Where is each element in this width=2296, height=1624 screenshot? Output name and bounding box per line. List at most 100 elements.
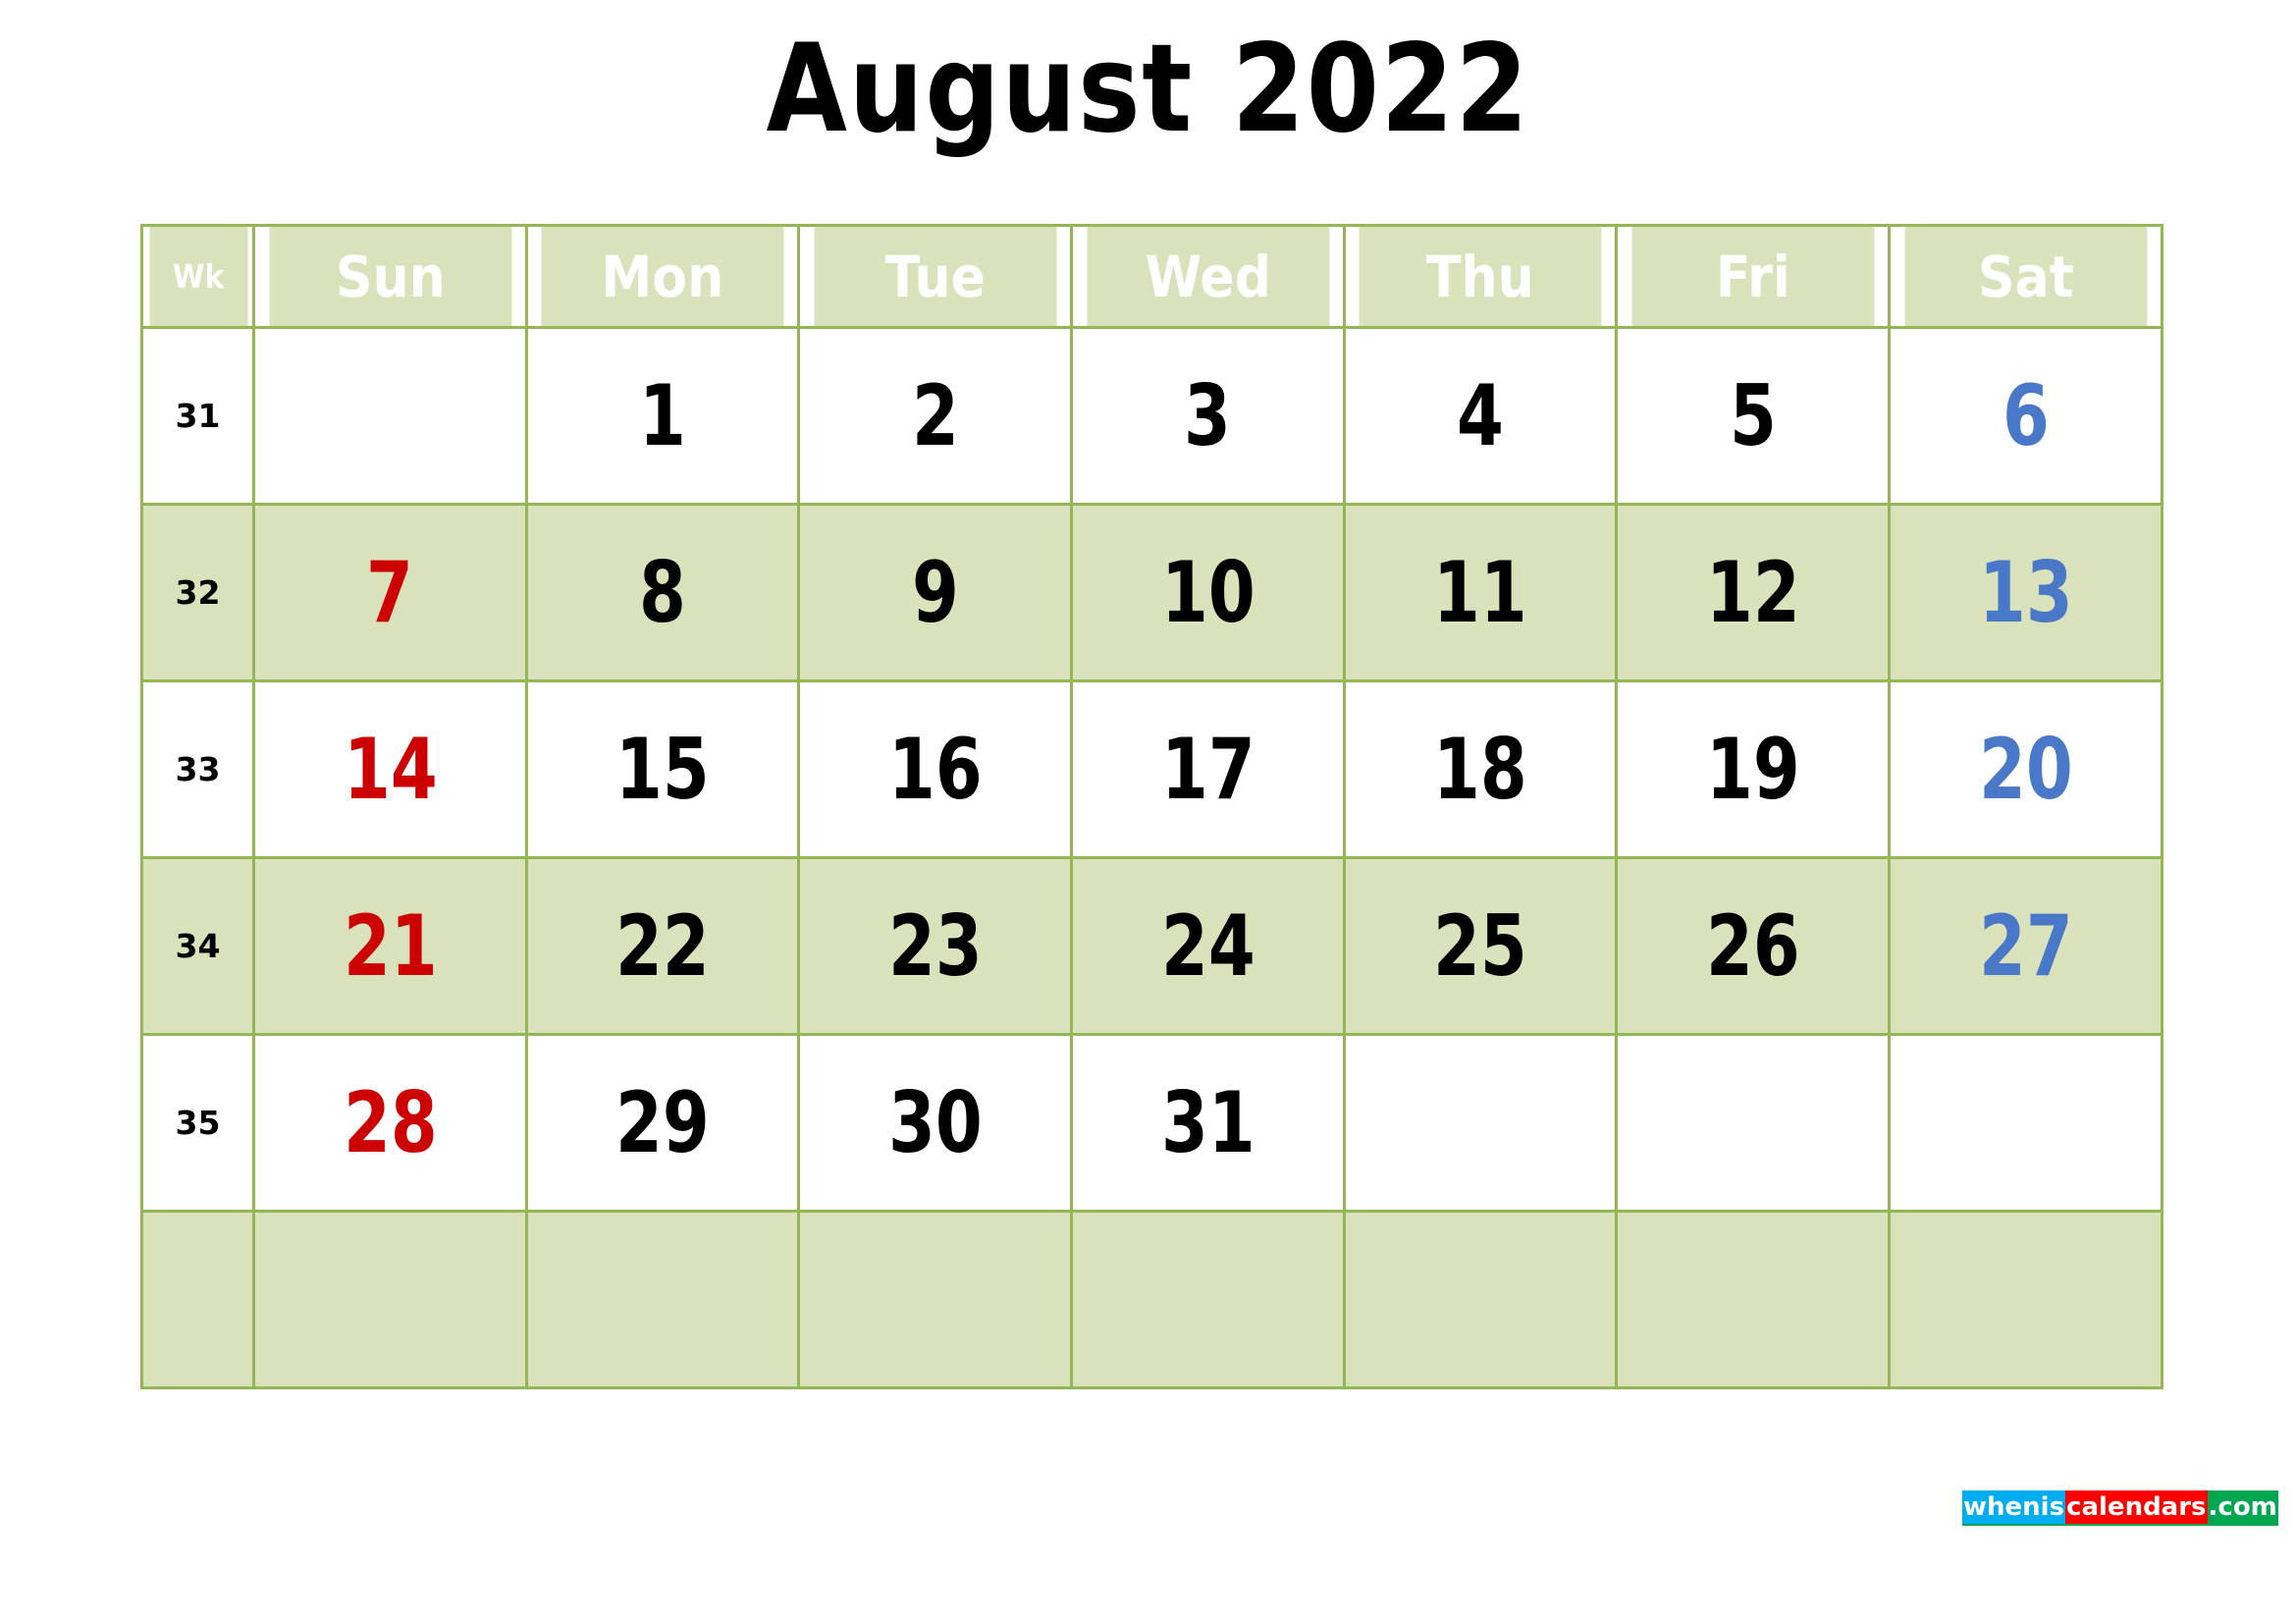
day-cell-mon[interactable]: 15 — [524, 679, 801, 859]
day-cell-wed[interactable]: 10 — [1070, 503, 1346, 682]
day-cell-fri[interactable]: 5 — [1615, 326, 1892, 506]
header-day-sat: Sat — [1901, 224, 2150, 329]
day-number: 4 — [1457, 366, 1505, 465]
page-title: August 2022 — [766, 19, 1530, 160]
day-cell-wed[interactable]: 3 — [1070, 326, 1346, 506]
week-number-cell: 31 — [140, 326, 255, 506]
day-number: 1 — [639, 366, 686, 465]
day-number: 28 — [343, 1073, 438, 1172]
day-cell-fri[interactable]: 26 — [1615, 856, 1892, 1036]
day-number: 27 — [1978, 896, 2073, 996]
header-day-tue: Tue — [811, 224, 1060, 329]
day-cell-mon[interactable]: 22 — [524, 856, 801, 1036]
day-number: 11 — [1433, 543, 1527, 642]
calendar-week-row: 33 14 15 16 17 18 19 20 — [140, 679, 2163, 859]
day-cell-mon[interactable]: 1 — [524, 326, 801, 506]
day-cell-tue[interactable]: 2 — [797, 326, 1074, 506]
logo-part-domain: .com — [2207, 1490, 2278, 1524]
day-cell-tue[interactable]: 16 — [797, 679, 1074, 859]
header-day-mon: Mon — [538, 224, 787, 329]
calendar-filler-row — [140, 1210, 2163, 1389]
week-number-cell: 35 — [140, 1033, 255, 1213]
week-number-cell: 32 — [140, 503, 255, 682]
header-day-sun: Sun — [266, 224, 514, 329]
day-cell-thu[interactable]: 25 — [1342, 856, 1619, 1036]
day-cell-thu[interactable]: 11 — [1342, 503, 1619, 682]
day-number: 5 — [1729, 366, 1777, 465]
day-cell-sun[interactable]: 28 — [252, 1033, 528, 1213]
header-day-wed: Wed — [1084, 224, 1332, 329]
day-cell-sun[interactable]: 21 — [252, 856, 528, 1036]
day-cell-sun[interactable]: 7 — [252, 503, 528, 682]
day-cell-sun — [252, 326, 528, 506]
day-cell-thu — [1342, 1033, 1619, 1213]
day-number: 9 — [911, 543, 959, 642]
day-cell-tue[interactable]: 23 — [797, 856, 1074, 1036]
week-number-cell — [140, 1210, 255, 1389]
day-number: 10 — [1160, 543, 1255, 642]
day-cell-thu[interactable]: 18 — [1342, 679, 1619, 859]
calendar-table: Wk Sun Mon Tue Wed Thu Fri Sat 31 1 2 3 4 5 6 3… — [140, 224, 2163, 1389]
day-number: 23 — [887, 896, 983, 996]
day-cell-tue[interactable]: 9 — [797, 503, 1074, 682]
day-number: 15 — [615, 720, 710, 819]
day-number: 13 — [1978, 543, 2073, 642]
day-cell-sat[interactable]: 6 — [1888, 326, 2163, 506]
day-cell-wed[interactable]: 31 — [1070, 1033, 1346, 1213]
day-cell-wed — [1070, 1210, 1346, 1389]
day-cell-mon — [524, 1210, 801, 1389]
week-number-cell: 33 — [140, 679, 255, 859]
day-number: 29 — [615, 1073, 710, 1172]
week-number-cell: 34 — [140, 856, 255, 1036]
day-cell-wed[interactable]: 24 — [1070, 856, 1346, 1036]
calendar-week-row: 31 1 2 3 4 5 6 — [140, 326, 2163, 506]
calendar-page: August 2022 Wk Sun Mon Tue Wed Thu Fri S… — [0, 0, 2296, 1624]
day-cell-tue[interactable]: 30 — [797, 1033, 1074, 1213]
logo-part-calendars: calendars — [2065, 1490, 2208, 1524]
day-number: 14 — [343, 720, 438, 819]
calendar-table-wrapper: Wk Sun Mon Tue Wed Thu Fri Sat 31 1 2 3 4 5 6 3… — [140, 224, 2163, 1389]
day-cell-tue — [797, 1210, 1074, 1389]
day-number: 21 — [343, 896, 438, 996]
day-number: 7 — [366, 543, 414, 642]
day-number: 2 — [911, 366, 959, 465]
calendar-header-row: Wk Sun Mon Tue Wed Thu Fri Sat — [142, 224, 2163, 329]
day-number: 17 — [1160, 720, 1255, 819]
calendar-body: 31 1 2 3 4 5 6 32 7 8 9 10 11 12 13 33 14 15 16 17 18 19 20 34 2… — [140, 326, 2163, 1389]
header-week: Wk — [145, 224, 250, 329]
logo-part-whenis: whenis — [1962, 1490, 2066, 1524]
day-cell-sat[interactable]: 27 — [1888, 856, 2163, 1036]
day-number: 24 — [1160, 896, 1255, 996]
day-cell-sun[interactable]: 14 — [252, 679, 528, 859]
day-cell-thu — [1342, 1210, 1619, 1389]
day-number: 18 — [1433, 720, 1527, 819]
day-cell-sat[interactable]: 13 — [1888, 503, 2163, 682]
day-cell-fri[interactable]: 19 — [1615, 679, 1892, 859]
day-number: 22 — [615, 896, 710, 996]
day-cell-mon[interactable]: 29 — [524, 1033, 801, 1213]
calendar-week-row: 35 28 29 30 31 — [140, 1033, 2163, 1213]
day-cell-thu[interactable]: 4 — [1342, 326, 1619, 506]
day-number: 19 — [1705, 720, 1800, 819]
site-watermark-logo[interactable]: whenis calendars .com — [1962, 1490, 2278, 1526]
day-number: 12 — [1705, 543, 1800, 642]
day-cell-fri — [1615, 1210, 1892, 1389]
calendar-week-row: 32 7 8 9 10 11 12 13 — [140, 503, 2163, 682]
header-day-fri: Fri — [1629, 224, 1878, 329]
day-number: 6 — [2002, 366, 2050, 465]
day-number: 3 — [1184, 366, 1232, 465]
header-day-thu: Thu — [1356, 224, 1605, 329]
day-number: 30 — [887, 1073, 983, 1172]
day-number: 31 — [1160, 1073, 1255, 1172]
day-cell-wed[interactable]: 17 — [1070, 679, 1346, 859]
day-cell-fri — [1615, 1033, 1892, 1213]
day-cell-mon[interactable]: 8 — [524, 503, 801, 682]
day-number: 26 — [1705, 896, 1800, 996]
day-number: 8 — [639, 543, 686, 642]
day-cell-sat — [1888, 1033, 2163, 1213]
day-cell-sat — [1888, 1210, 2163, 1389]
calendar-week-row: 34 21 22 23 24 25 26 27 — [140, 856, 2163, 1036]
day-cell-sat[interactable]: 20 — [1888, 679, 2163, 859]
day-cell-fri[interactable]: 12 — [1615, 503, 1892, 682]
day-number: 20 — [1978, 720, 2073, 819]
